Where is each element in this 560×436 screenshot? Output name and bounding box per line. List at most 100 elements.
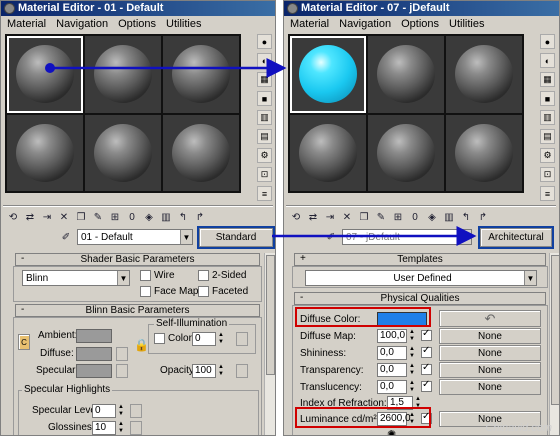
sample-slot-2[interactable] — [368, 36, 444, 113]
shininess-checkbox[interactable] — [421, 345, 432, 358]
uv-tiling-icon[interactable]: ■ — [257, 91, 272, 106]
translucency-map-button[interactable]: None — [439, 379, 541, 395]
assign-icon[interactable]: ⇥ — [323, 210, 337, 224]
ambient-swatch[interactable] — [76, 329, 112, 343]
unique-icon[interactable]: ✎ — [91, 210, 105, 224]
put-library-icon[interactable]: ⊞ — [108, 210, 122, 224]
specular-level-field[interactable]: 0 — [92, 404, 116, 418]
chevron-down-icon[interactable]: ▼ — [459, 230, 471, 244]
specular-map-button[interactable] — [116, 364, 128, 378]
sample-slot-6[interactable] — [446, 114, 522, 191]
show-end-icon[interactable]: ▥ — [442, 210, 456, 224]
sample-slot-5[interactable] — [85, 114, 161, 191]
sample-slot-1[interactable] — [290, 36, 366, 113]
backlight-icon[interactable]: ◐ — [257, 53, 272, 68]
menu-options[interactable]: Options — [401, 18, 439, 30]
reset-icon[interactable]: ✕ — [340, 210, 354, 224]
sample-slot-2[interactable] — [85, 36, 161, 113]
menu-utilities[interactable]: Utilities — [166, 18, 201, 30]
spinner-arrows[interactable]: ▲ ▼ — [408, 346, 416, 360]
diffuse-map-button[interactable]: None — [439, 328, 541, 344]
video-color-icon[interactable]: ▥ — [257, 110, 272, 125]
sphere-type-icon[interactable]: ● — [257, 34, 272, 49]
reset-diffuse-button[interactable]: ↶ — [439, 310, 541, 327]
put-to-scene-icon[interactable]: ⇄ — [23, 210, 37, 224]
menu-options[interactable]: Options — [118, 18, 156, 30]
go-sibling-icon[interactable]: ↱ — [193, 210, 207, 224]
spinner-arrows[interactable]: ▲ ▼ — [408, 380, 416, 394]
background-icon[interactable]: ▦ — [257, 72, 272, 87]
specular-swatch[interactable] — [76, 364, 112, 378]
sun-icon[interactable]: ✺ — [387, 428, 396, 435]
options-icon[interactable]: ⚙ — [257, 148, 272, 163]
specular-level-map-button[interactable] — [130, 404, 142, 418]
select-by-material-icon[interactable]: ⊡ — [540, 167, 555, 182]
sphere-type-icon[interactable]: ● — [540, 34, 555, 49]
spinner-arrows[interactable]: ▲ ▼ — [117, 404, 125, 418]
sample-slot-4[interactable] — [7, 114, 83, 191]
diffuse-map-field[interactable]: 100,0 — [377, 329, 407, 343]
make-preview-icon[interactable]: ▤ — [540, 129, 555, 144]
rollout-templates[interactable]: + Templates — [294, 253, 546, 266]
backlight-icon[interactable]: ◐ — [540, 53, 555, 68]
get-material-icon[interactable]: ⟲ — [6, 210, 20, 224]
chevron-down-icon[interactable]: ▼ — [180, 230, 192, 244]
assign-icon[interactable]: ⇥ — [40, 210, 54, 224]
material-name-field[interactable]: 01 - Default ▼ — [77, 229, 193, 245]
spinner-arrows[interactable]: ▲ ▼ — [408, 363, 416, 377]
transparency-checkbox[interactable] — [421, 362, 432, 375]
select-by-material-icon[interactable]: ⊡ — [257, 167, 272, 182]
uv-tiling-icon[interactable]: ■ — [540, 91, 555, 106]
translucency-checkbox[interactable] — [421, 379, 432, 392]
sample-slot-3[interactable] — [446, 36, 522, 113]
transparency-field[interactable]: 0,0 — [377, 363, 407, 377]
show-end-icon[interactable]: ▥ — [159, 210, 173, 224]
pick-material-icon[interactable]: ✐ — [324, 230, 338, 244]
spinner-arrows[interactable]: ▲ ▼ — [408, 329, 416, 343]
material-navigator-icon[interactable]: ≡ — [257, 186, 272, 201]
go-sibling-icon[interactable]: ↱ — [476, 210, 490, 224]
material-name-field[interactable]: 07 - jDefault ▼ — [342, 229, 472, 245]
menu-material[interactable]: Material — [7, 18, 46, 30]
show-map-icon[interactable]: ◈ — [425, 210, 439, 224]
lock-icon[interactable]: 🔒 — [134, 338, 149, 352]
pick-material-icon[interactable]: ✐ — [59, 230, 73, 244]
show-map-icon[interactable]: ◈ — [142, 210, 156, 224]
opacity-field[interactable]: 100 — [192, 364, 216, 378]
sample-slot-5[interactable] — [368, 114, 444, 191]
face-map-checkbox[interactable] — [140, 286, 151, 297]
faceted-checkbox[interactable] — [198, 286, 209, 297]
diffuse-swatch[interactable] — [76, 347, 112, 361]
spinner-arrows[interactable]: ▲ ▼ — [217, 332, 225, 346]
two-sided-checkbox[interactable] — [198, 270, 209, 281]
sample-slot-3[interactable] — [163, 36, 239, 113]
reset-icon[interactable]: ✕ — [57, 210, 71, 224]
transparency-map-button[interactable]: None — [439, 362, 541, 378]
diffuse-map-checkbox[interactable] — [421, 328, 432, 341]
effects-channel-icon[interactable]: 0 — [125, 210, 139, 224]
wire-checkbox[interactable] — [140, 270, 151, 281]
glossiness-field[interactable]: 10 — [92, 421, 116, 435]
scrollbar[interactable] — [549, 253, 559, 435]
video-color-icon[interactable]: ▥ — [540, 110, 555, 125]
background-icon[interactable]: ▦ — [540, 72, 555, 87]
lock-ambient-icon[interactable]: C — [18, 334, 30, 350]
copy-icon[interactable]: ❐ — [74, 210, 88, 224]
go-parent-icon[interactable]: ↰ — [459, 210, 473, 224]
sample-slot-6[interactable] — [163, 114, 239, 191]
menu-material[interactable]: Material — [290, 18, 329, 30]
shininess-map-button[interactable]: None — [439, 345, 541, 361]
menu-navigation[interactable]: Navigation — [56, 18, 108, 30]
chevron-down-icon[interactable]: ▼ — [524, 271, 536, 285]
shininess-field[interactable]: 0,0 — [377, 346, 407, 360]
get-material-icon[interactable]: ⟲ — [289, 210, 303, 224]
shader-select[interactable]: Blinn ▼ — [22, 270, 130, 286]
diffuse-map-button[interactable] — [116, 347, 128, 361]
make-preview-icon[interactable]: ▤ — [257, 129, 272, 144]
rollout-physical-qualities[interactable]: - Physical Qualities — [294, 292, 546, 305]
sample-slot-4[interactable] — [290, 114, 366, 191]
chevron-down-icon[interactable]: ▼ — [117, 271, 129, 285]
sample-slot-1[interactable] — [7, 36, 83, 113]
menu-utilities[interactable]: Utilities — [449, 18, 484, 30]
color-value-field[interactable]: 0 — [192, 332, 216, 346]
